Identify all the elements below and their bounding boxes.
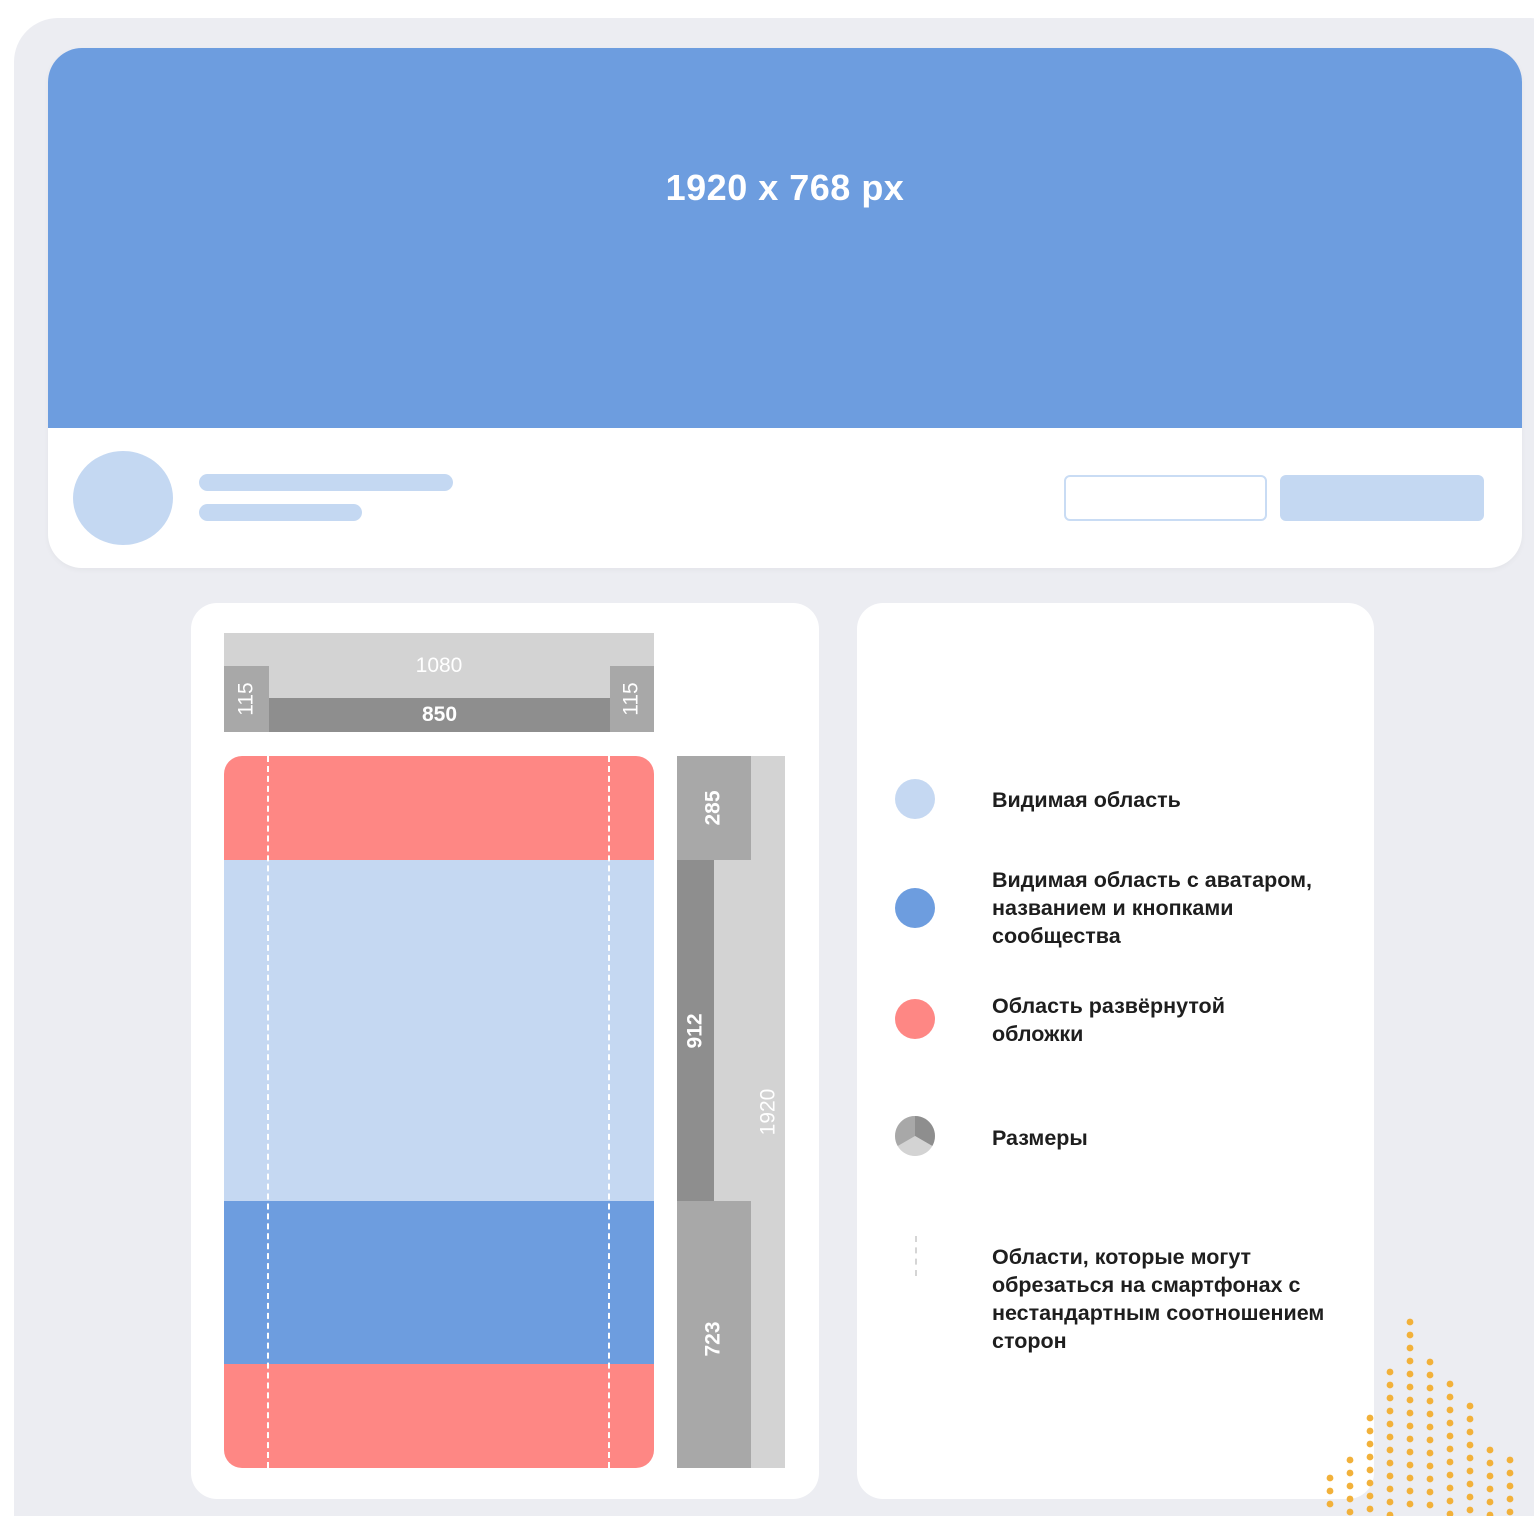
crop-guide-left [267,756,269,1468]
avatar [73,451,173,545]
legend-card: Видимая область Видимая область с аватар… [857,603,1374,1499]
margin-left-label: 115 [234,682,258,716]
secondary-button-placeholder [1064,475,1267,521]
decorative-dots [1326,1318,1514,1516]
height-bottom-label: 723 [701,1320,725,1357]
visible-area [224,860,654,1201]
cover-size-label: 1920 x 768 px [665,167,905,208]
width-safe-label: 850 [421,703,458,726]
legend-item-visible-area-with-avatar: Видимая область с аватаром, названием и … [992,868,1313,948]
width-safe-bar: 850 [269,698,610,732]
height-total-label: 1920 [756,1088,779,1136]
legend-item-visible-area: Видимая область [992,788,1181,812]
height-top-bar: 285 [677,756,751,860]
height-bottom-bar: 723 [677,1201,751,1468]
legend-item-crop-areas: Области, которые могут обрезаться на сма… [992,1245,1325,1353]
legend-item-expanded-cover: Область развёрнутой обложки [992,994,1225,1046]
margin-left-bar: 115 [224,666,269,732]
crop-guide-right [608,756,610,1468]
cover-layout-column [224,756,654,1468]
community-name-placeholder [199,474,453,491]
width-total-label: 1080 [415,654,463,677]
visible-area-with-avatar [224,1201,654,1364]
margin-right-label: 115 [619,682,643,716]
expanded-cover-swatch [895,999,935,1039]
dimension-diagram-card: 1080 850 115 115 1920 285 912 723 [191,603,819,1499]
legend-item-dimensions: Размеры [992,1126,1088,1150]
height-top-label: 285 [701,790,725,826]
expanded-cover-area-bottom [224,1364,654,1468]
community-profile-mockup: 1920 x 768 px [48,48,1522,568]
visible-area-swatch [895,779,935,819]
expanded-cover-area-top [224,756,654,860]
visible-area-with-avatar-swatch [895,888,935,928]
dashed-line-icon [915,1236,917,1276]
margin-right-bar: 115 [610,666,654,732]
primary-button-placeholder [1280,475,1484,521]
height-middle-bar: 912 [677,860,714,1201]
pie-icon [895,1116,935,1156]
cover-image-area: 1920 x 768 px [48,48,1522,428]
height-middle-label: 912 [683,1012,707,1049]
community-status-placeholder [199,504,362,521]
